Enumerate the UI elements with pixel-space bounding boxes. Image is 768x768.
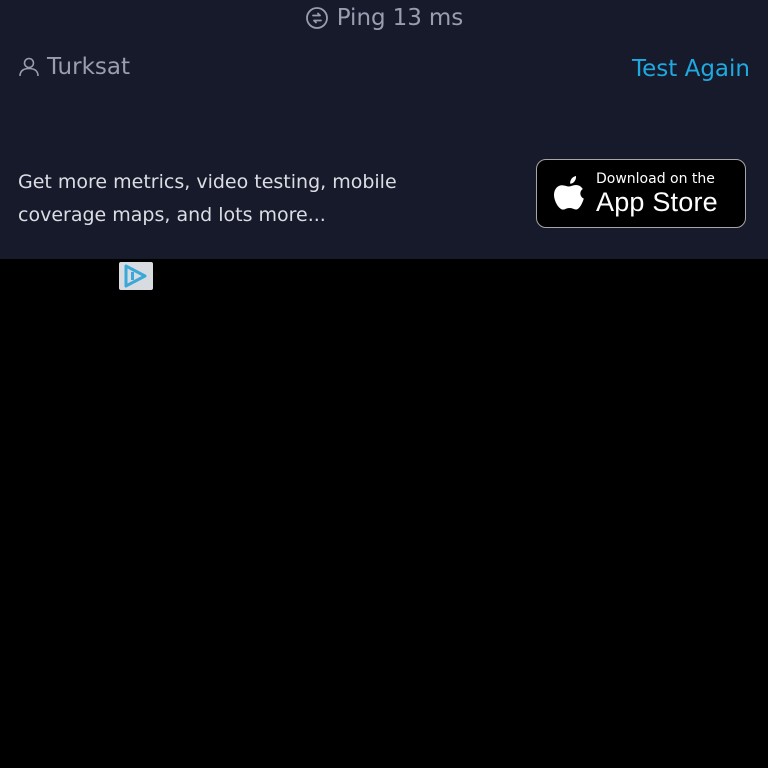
provider-row: Turksat bbox=[17, 54, 130, 80]
ad-choices-icon bbox=[124, 264, 147, 288]
app-store-bottom-line: App Store bbox=[596, 186, 718, 217]
app-store-top-line: Download on the bbox=[596, 170, 715, 187]
ping-unit: ms bbox=[428, 5, 464, 31]
ping-row: Ping 13 ms bbox=[0, 0, 768, 36]
results-panel: Ping 13 ms Turksat Test Again Get more m… bbox=[0, 0, 768, 259]
apple-icon bbox=[554, 175, 584, 210]
app-store-label: Download on the App Store bbox=[596, 171, 718, 217]
promo-line-1: Get more metrics, video testing, mobile bbox=[18, 171, 397, 193]
provider-name: Turksat bbox=[47, 54, 131, 80]
promo-text: Get more metrics, video testing, mobile … bbox=[18, 166, 488, 232]
ad-choices-badge[interactable] bbox=[119, 262, 153, 290]
app-store-button[interactable]: Download on the App Store bbox=[536, 159, 746, 228]
promo-line-2: coverage maps, and lots more... bbox=[18, 204, 326, 226]
ping-icon bbox=[305, 7, 328, 29]
ping-value: 13 bbox=[392, 5, 422, 31]
person-icon bbox=[19, 57, 39, 77]
test-again-link[interactable]: Test Again bbox=[632, 56, 750, 82]
ping-label: Ping bbox=[336, 5, 386, 31]
